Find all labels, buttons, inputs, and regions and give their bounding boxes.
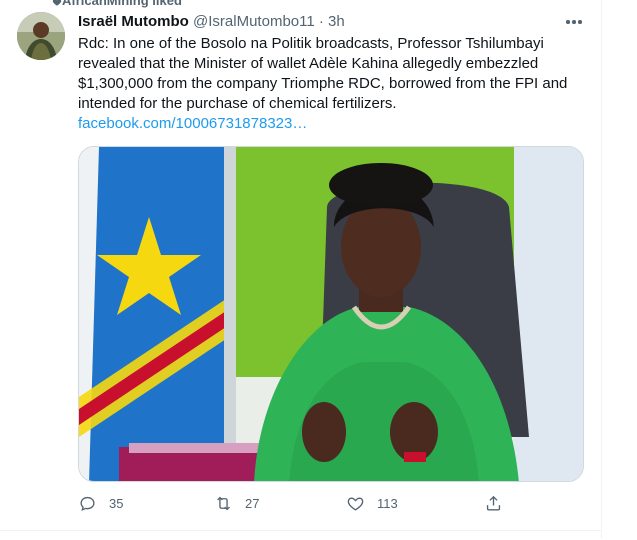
tweet-header: Israël Mutombo @IsralMutombo11 · 3h — [78, 12, 345, 32]
share-icon — [486, 495, 501, 511]
separator: · — [318, 13, 324, 30]
tweet-photo[interactable] — [78, 146, 584, 482]
retweet-count: 27 — [245, 496, 260, 511]
tweet-feed: AfricanMining liked Israël Mutombo @Isra… — [0, 0, 602, 539]
reply-icon — [80, 496, 95, 512]
like-icon — [347, 497, 364, 511]
heart-icon — [52, 0, 62, 6]
retweet-button[interactable]: 27 — [214, 494, 259, 513]
tweet-actions: 35 27 113 — [78, 494, 508, 518]
share-button[interactable] — [484, 494, 503, 513]
reply-button[interactable]: 35 — [78, 494, 123, 513]
timestamp[interactable]: 3h — [328, 13, 345, 30]
social-context[interactable]: AfricanMining liked — [52, 0, 182, 8]
social-context-label: AfricanMining liked — [62, 0, 182, 8]
like-count: 113 — [377, 496, 398, 511]
tweet-body: Rdc: In one of the Bosolo na Politik bro… — [78, 35, 568, 112]
retweet-icon — [217, 496, 230, 511]
author-name[interactable]: Israël Mutombo — [78, 13, 189, 30]
author-handle[interactable]: @IsralMutombo11 — [193, 13, 315, 30]
more-icon[interactable] — [563, 12, 585, 32]
like-button[interactable]: 113 — [346, 494, 398, 513]
avatar[interactable] — [17, 12, 65, 60]
right-column — [602, 0, 637, 539]
tweet-link[interactable]: facebook.com/10006731878323… — [78, 114, 588, 134]
tweet-text: Rdc: In one of the Bosolo na Politik bro… — [78, 34, 588, 134]
reply-count: 35 — [109, 496, 124, 511]
